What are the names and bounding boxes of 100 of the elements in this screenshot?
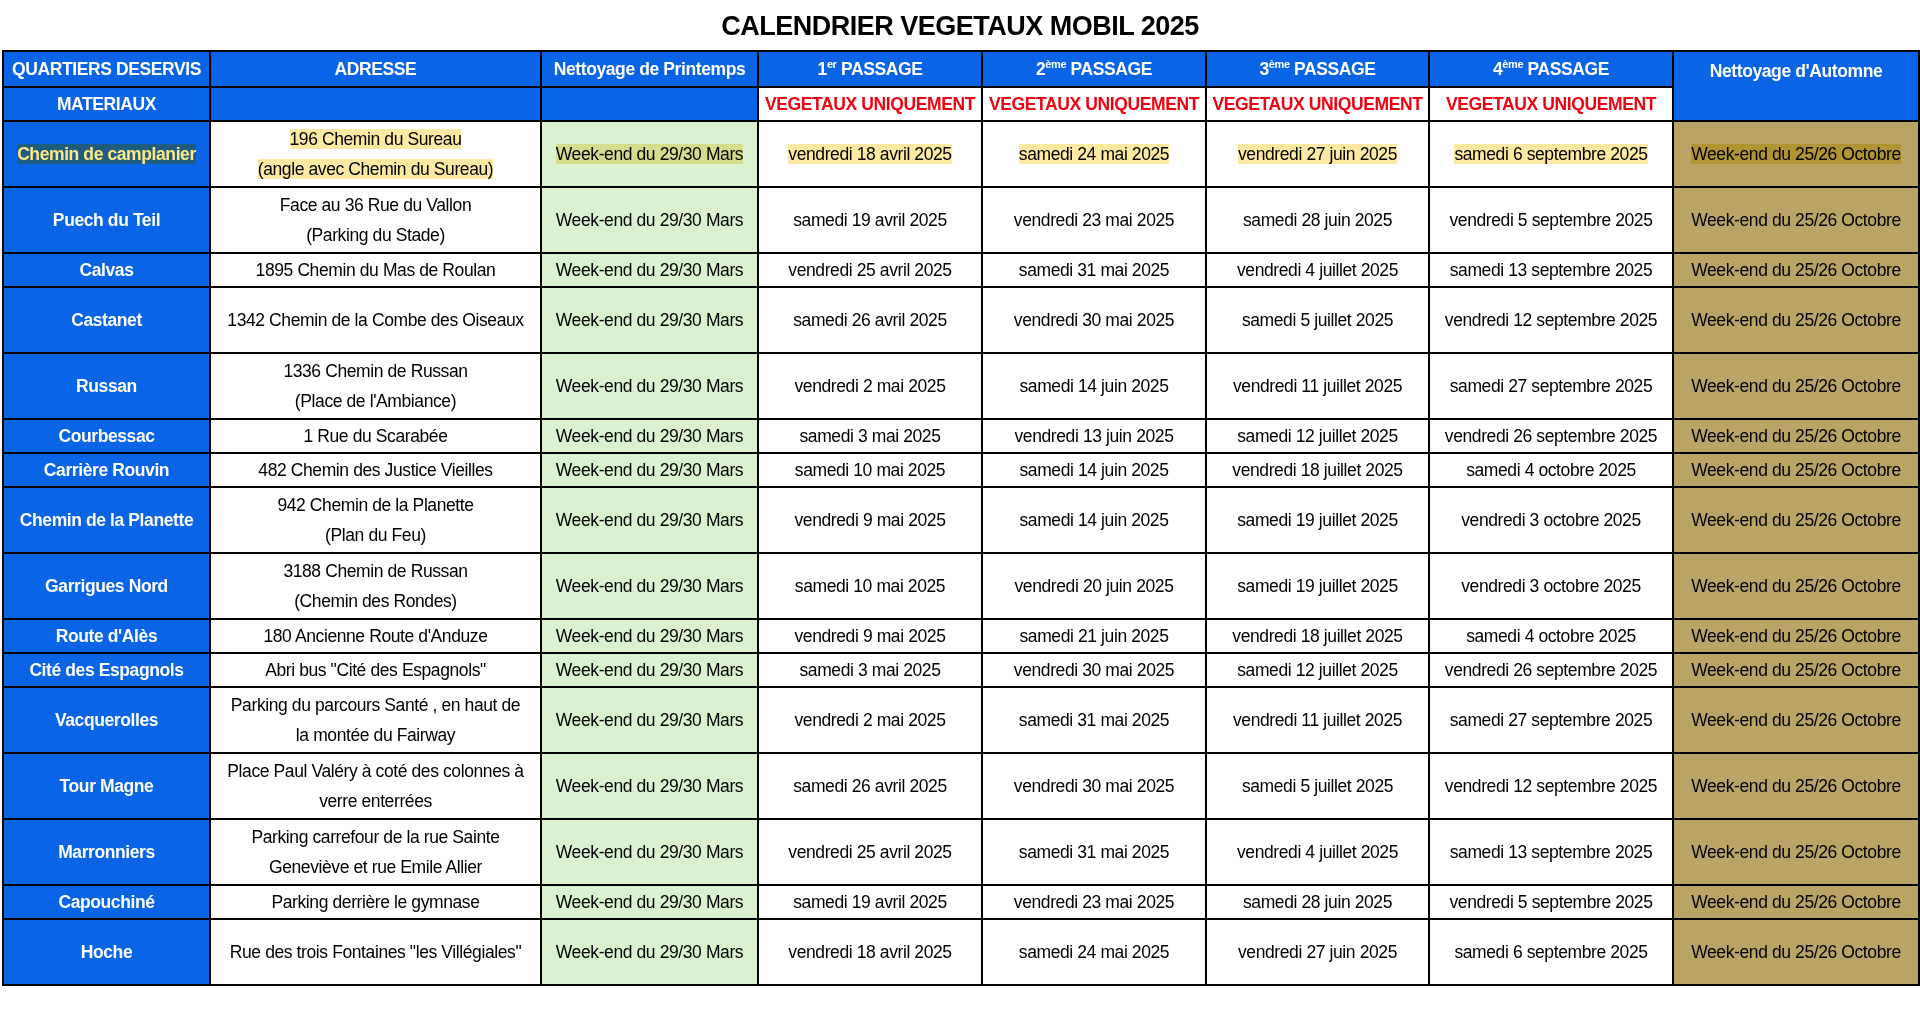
date-cell: vendredi 3 octobre 2025	[1429, 553, 1673, 619]
district-cell: Vacquerolles	[3, 687, 210, 753]
date-cell: samedi 19 juillet 2025	[1206, 553, 1429, 619]
date-cell: vendredi 2 mai 2025	[758, 353, 982, 419]
autumn-cleaning-cell: Week-end du 25/26 Octobre	[1673, 619, 1919, 653]
spring-cleaning-cell: Week-end du 29/30 Mars	[541, 453, 758, 487]
spring-cleaning-cell: Week-end du 29/30 Mars	[541, 187, 758, 253]
date-cell: vendredi 20 juin 2025	[982, 553, 1206, 619]
column-subheader: VEGETAUX UNIQUEMENT	[758, 87, 982, 121]
address-cell: Face au 36 Rue du Vallon (Parking du Stade)	[210, 187, 541, 253]
date-cell: vendredi 27 juin 2025	[1206, 919, 1429, 985]
column-header: ADRESSE	[210, 51, 541, 87]
date-cell: vendredi 18 avril 2025	[758, 121, 982, 187]
date-cell: samedi 21 juin 2025	[982, 619, 1206, 653]
autumn-cleaning-cell: Week-end du 25/26 Octobre	[1673, 287, 1919, 353]
date-cell: vendredi 18 juillet 2025	[1206, 619, 1429, 653]
date-cell: vendredi 5 septembre 2025	[1429, 885, 1673, 919]
district-cell: Castanet	[3, 287, 210, 353]
column-header: 3$^{ème}$ PASSAGE	[1206, 51, 1429, 87]
spring-cleaning-cell: Week-end du 29/30 Mars	[541, 919, 758, 985]
date-cell: vendredi 11 juillet 2025	[1206, 687, 1429, 753]
date-cell: vendredi 18 juillet 2025	[1206, 453, 1429, 487]
date-cell: samedi 6 septembre 2025	[1429, 121, 1673, 187]
autumn-cleaning-cell: Week-end du 25/26 Octobre	[1673, 453, 1919, 487]
date-cell: vendredi 12 septembre 2025	[1429, 287, 1673, 353]
autumn-cleaning-cell: Week-end du 25/26 Octobre	[1673, 885, 1919, 919]
district-cell: Route d'Alès	[3, 619, 210, 653]
address-cell: 1 Rue du Scarabée	[210, 419, 541, 453]
district-cell: Capouchiné	[3, 885, 210, 919]
spring-cleaning-cell: Week-end du 29/30 Mars	[541, 287, 758, 353]
autumn-cleaning-cell: Week-end du 25/26 Octobre	[1673, 353, 1919, 419]
date-cell: vendredi 5 septembre 2025	[1429, 187, 1673, 253]
date-cell: samedi 24 mai 2025	[982, 121, 1206, 187]
autumn-cleaning-cell: Week-end du 25/26 Octobre	[1673, 653, 1919, 687]
date-cell: samedi 6 septembre 2025	[1429, 919, 1673, 985]
district-cell: Marronniers	[3, 819, 210, 885]
date-cell: samedi 19 avril 2025	[758, 187, 982, 253]
address-cell: 942 Chemin de la Planette (Plan du Feu)	[210, 487, 541, 553]
date-cell: samedi 10 mai 2025	[758, 553, 982, 619]
date-cell: samedi 28 juin 2025	[1206, 187, 1429, 253]
date-cell: vendredi 9 mai 2025	[758, 619, 982, 653]
spring-cleaning-cell: Week-end du 29/30 Mars	[541, 419, 758, 453]
date-cell: samedi 5 juillet 2025	[1206, 753, 1429, 819]
address-cell: 196 Chemin du Sureau (angle avec Chemin du Sureau)	[210, 121, 541, 187]
column-header: 2$^{ème}$ PASSAGE	[982, 51, 1206, 87]
date-cell: samedi 19 juillet 2025	[1206, 487, 1429, 553]
autumn-cleaning-cell: Week-end du 25/26 Octobre	[1673, 553, 1919, 619]
address-cell: Parking carrefour de la rue Sainte Geneviève et rue Emile Allier	[210, 819, 541, 885]
address-cell: 180 Ancienne Route d'Anduze	[210, 619, 541, 653]
autumn-cleaning-cell: Week-end du 25/26 Octobre	[1673, 253, 1919, 287]
spring-cleaning-cell: Week-end du 29/30 Mars	[541, 121, 758, 187]
date-cell: vendredi 23 mai 2025	[982, 885, 1206, 919]
autumn-cleaning-cell: Week-end du 25/26 Octobre	[1673, 419, 1919, 453]
date-cell: samedi 31 mai 2025	[982, 819, 1206, 885]
district-cell: Puech du Teil	[3, 187, 210, 253]
autumn-cleaning-cell: Week-end du 25/26 Octobre	[1673, 819, 1919, 885]
date-cell: samedi 3 mai 2025	[758, 419, 982, 453]
district-cell: Russan	[3, 353, 210, 419]
address-cell: Abri bus "Cité des Espagnols"	[210, 653, 541, 687]
table-title: CALENDRIER VEGETAUX MOBIL 2025	[720, 10, 1200, 43]
spring-cleaning-cell: Week-end du 29/30 Mars	[541, 487, 758, 553]
column-subheader: VEGETAUX UNIQUEMENT	[982, 87, 1206, 121]
column-header: MATERIAUX	[3, 87, 210, 121]
date-cell: vendredi 27 juin 2025	[1206, 121, 1429, 187]
date-cell: samedi 26 avril 2025	[758, 753, 982, 819]
spring-cleaning-cell: Week-end du 29/30 Mars	[541, 253, 758, 287]
spring-cleaning-cell: Week-end du 29/30 Mars	[541, 819, 758, 885]
date-cell: vendredi 12 septembre 2025	[1429, 753, 1673, 819]
date-cell: vendredi 13 juin 2025	[982, 419, 1206, 453]
spring-cleaning-cell: Week-end du 29/30 Mars	[541, 653, 758, 687]
date-cell: samedi 14 juin 2025	[982, 353, 1206, 419]
spring-cleaning-cell: Week-end du 29/30 Mars	[541, 619, 758, 653]
autumn-cleaning-cell: Week-end du 25/26 Octobre	[1673, 753, 1919, 819]
date-cell: vendredi 9 mai 2025	[758, 487, 982, 553]
date-cell: samedi 19 avril 2025	[758, 885, 982, 919]
spring-cleaning-cell: Week-end du 29/30 Mars	[541, 553, 758, 619]
column-subheader: VEGETAUX UNIQUEMENT	[1206, 87, 1429, 121]
date-cell: samedi 4 octobre 2025	[1429, 619, 1673, 653]
date-cell: vendredi 3 octobre 2025	[1429, 487, 1673, 553]
spring-cleaning-cell: Week-end du 29/30 Mars	[541, 885, 758, 919]
address-cell: 482 Chemin des Justice Vieilles	[210, 453, 541, 487]
address-cell: Parking du parcours Santé , en haut de la montée du Fairway	[210, 687, 541, 753]
autumn-cleaning-cell: Week-end du 25/26 Octobre	[1673, 487, 1919, 553]
address-cell: Parking derrière le gymnase	[210, 885, 541, 919]
column-header: 4$^{ème}$ PASSAGE	[1429, 51, 1673, 87]
date-cell: samedi 10 mai 2025	[758, 453, 982, 487]
column-header: 1$^{er}$ PASSAGE	[758, 51, 982, 87]
date-cell: vendredi 30 mai 2025	[982, 287, 1206, 353]
address-cell: 3188 Chemin de Russan (Chemin des Rondes)	[210, 553, 541, 619]
date-cell: samedi 5 juillet 2025	[1206, 287, 1429, 353]
autumn-cleaning-cell: Week-end du 25/26 Octobre	[1673, 687, 1919, 753]
date-cell: vendredi 25 avril 2025	[758, 819, 982, 885]
autumn-cleaning-cell: Week-end du 25/26 Octobre	[1673, 919, 1919, 985]
address-cell: 1342 Chemin de la Combe des Oiseaux	[210, 287, 541, 353]
date-cell: vendredi 4 juillet 2025	[1206, 253, 1429, 287]
date-cell: samedi 27 septembre 2025	[1429, 687, 1673, 753]
date-cell: samedi 4 octobre 2025	[1429, 453, 1673, 487]
date-cell: samedi 14 juin 2025	[982, 487, 1206, 553]
district-cell: Calvas	[3, 253, 210, 287]
autumn-cleaning-cell: Week-end du 25/26 Octobre	[1673, 121, 1919, 187]
